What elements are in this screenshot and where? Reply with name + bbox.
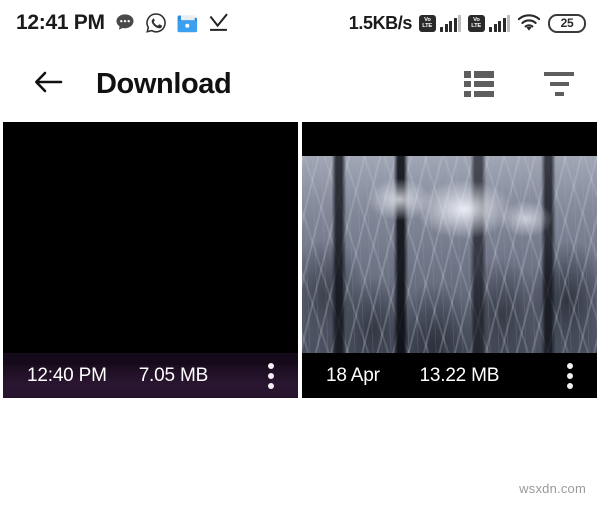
sim1-indicator: Vo LTE [419,14,461,32]
messages-icon [114,12,136,34]
download-complete-icon [208,13,229,33]
status-clock: 12:41 PM [16,11,105,34]
watermark: wsxdn.com [519,481,586,496]
network-speed: 1.5KB/s [348,12,413,33]
letterbox-bar [302,122,597,156]
whatsapp-icon [145,12,167,34]
signal-bars-sim1 [440,14,461,32]
status-bar: 12:41 PM 1.5KB/s Vo LTE Vo LTE 25 [0,0,600,46]
list-view-icon [464,71,494,97]
card-footer: 18 Apr 13.22 MB [302,353,597,398]
item-time: 12:40 PM [27,364,107,386]
status-bar-right: 1.5KB/s Vo LTE Vo LTE 25 [349,13,586,34]
battery-indicator: 25 [548,13,586,33]
page-title: Download [96,67,232,100]
volte-icon-sim2: Vo LTE [468,14,485,32]
item-time: 18 Apr [326,364,380,386]
more-vertical-icon[interactable] [258,359,284,393]
app-bar-actions [460,65,578,103]
back-arrow-icon [33,69,63,100]
item-size: 7.05 MB [138,364,209,386]
volte-top-label: Vo [473,17,480,23]
list-view-toggle[interactable] [460,65,498,103]
sim2-indicator: Vo LTE [468,14,510,32]
phone-screen: 12:41 PM 1.5KB/s Vo LTE Vo LTE 25 Downlo… [0,0,600,508]
download-grid: 12:40 PM 7.05 MB 18 Apr 13.22 MB [3,122,597,398]
signal-bars-sim2 [489,14,510,32]
volte-bottom-label: LTE [471,23,482,29]
sort-button[interactable] [540,65,578,103]
back-button[interactable] [26,62,70,106]
wifi-icon [517,13,541,33]
status-bar-left: 12:41 PM [16,11,229,35]
volte-icon-sim1: Vo LTE [419,14,436,32]
grid-item-sunset[interactable]: 12:40 PM 7.05 MB [3,122,298,398]
more-vertical-icon[interactable] [557,359,583,393]
volte-top-label: Vo [424,17,431,23]
volte-bottom-label: LTE [422,23,433,29]
card-footer: 12:40 PM 7.05 MB [3,353,298,398]
file-manager-icon [176,13,199,34]
item-size: 13.22 MB [419,364,500,386]
battery-level-label: 25 [560,16,574,30]
app-bar: Download [0,46,600,122]
grid-item-forest[interactable]: 18 Apr 13.22 MB [302,122,597,398]
sort-icon [544,72,574,96]
